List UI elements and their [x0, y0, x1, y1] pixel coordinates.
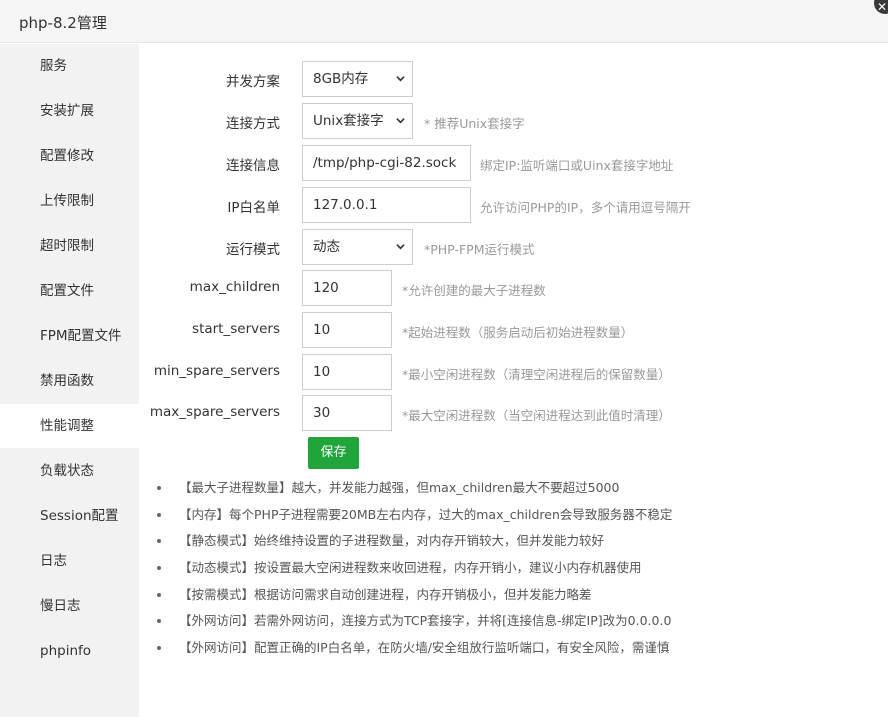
row-start-servers: start_servers 10 *起始进程数（服务启动后初始进程数量） [139, 312, 888, 348]
close-icon: ✕ [876, 0, 888, 14]
note-text: 【最大子进程数量】越大，并发能力越强，但max_children最大不要超过50… [179, 480, 620, 495]
connection-info-hint: 绑定IP:监听端口或Uinx套接字地址 [480, 158, 674, 173]
min-spare-servers-hint: *最小空闲进程数（清理空闲进程后的保留数量） [402, 367, 671, 382]
list-item: 【内存】每个PHP子进程需要20MB左右内存，过大的max_children会导… [157, 505, 672, 532]
row-run-mode: 运行模式 动态 *PHP-FPM运行模式 [139, 229, 888, 265]
sidebar-item-config-file[interactable]: 配置文件 [0, 269, 139, 313]
connection-method-select[interactable]: Unix套接字 [302, 103, 413, 139]
chevron-down-icon [396, 76, 405, 82]
sidebar-item-fpm-config[interactable]: FPM配置文件 [0, 314, 139, 358]
sidebar-item-performance-tuning[interactable]: 性能调整 [0, 404, 139, 448]
bullet-icon [157, 619, 161, 624]
bullet-icon [157, 646, 161, 651]
start-servers-label: start_servers [192, 321, 280, 337]
ip-whitelist-hint: 允许访问PHP的IP，多个请用逗号隔开 [480, 200, 691, 215]
run-mode-select[interactable]: 动态 [302, 229, 413, 265]
connection-method-label: 连接方式 [226, 116, 280, 132]
sidebar-item-config-edit[interactable]: 配置修改 [0, 134, 139, 178]
notes-list: 【最大子进程数量】越大，并发能力越强，但max_children最大不要超过50… [157, 478, 672, 665]
concurrency-value: 8GB内存 [313, 71, 369, 87]
sidebar-item-slow-log[interactable]: 慢日志 [0, 584, 139, 628]
list-item: 【静态模式】始终维持设置的子进程数量，对内存开销较大，但并发能力较好 [157, 531, 672, 558]
note-text: 【外网访问】配置正确的IP白名单，在防火墙/安全组放行监听端口，有安全风险，需谨… [179, 640, 670, 656]
row-min-spare-servers: min_spare_servers 10 *最小空闲进程数（清理空闲进程后的保留… [139, 354, 888, 390]
sidebar-item-phpinfo[interactable]: phpinfo [0, 629, 139, 673]
concurrency-select[interactable]: 8GB内存 [302, 61, 413, 97]
max-spare-servers-label: max_spare_servers [149, 404, 280, 420]
max-spare-servers-input[interactable]: 30 [302, 395, 392, 431]
connection-info-label: 连接信息 [226, 158, 280, 174]
list-item: 【外网访问】配置正确的IP白名单，在防火墙/安全组放行监听端口，有安全风险，需谨… [157, 638, 672, 665]
note-text: 【静态模式】始终维持设置的子进程数量，对内存开销较大，但并发能力较好 [179, 533, 605, 549]
row-connection-method: 连接方式 Unix套接字 * 推荐Unix套接字 [139, 103, 888, 139]
bullet-icon [157, 566, 161, 571]
note-text: 【按需模式】根据访问需求自动创建进程，内存开销极小，但并发能力略差 [179, 586, 592, 602]
list-item: 【动态模式】按设置最大空闲进程数来收回进程，内存开销小，建议小内存机器使用 [157, 558, 672, 585]
max-spare-servers-hint: *最大空闲进程数（当空闲进程达到此值时清理） [402, 408, 671, 423]
sidebar-item-logs[interactable]: 日志 [0, 539, 139, 583]
connection-info-input[interactable]: /tmp/php-cgi-82.sock [302, 145, 471, 181]
bullet-icon [157, 592, 161, 597]
list-item: 【外网访问】若需外网访问，连接方式为TCP套接字，并将[连接信息-绑定IP]改为… [157, 611, 672, 638]
connection-method-value: Unix套接字 [313, 113, 384, 129]
note-text: 【内存】每个PHP子进程需要20MB左右内存，过大的max_children会导… [179, 506, 673, 522]
sidebar-item-timeout-limit[interactable]: 超时限制 [0, 224, 139, 268]
note-text: 【外网访问】若需外网访问，连接方式为TCP套接字，并将[连接信息-绑定IP]改为… [179, 613, 672, 629]
close-button[interactable]: ✕ [874, 0, 888, 14]
connection-method-hint: * 推荐Unix套接字 [424, 116, 525, 131]
start-servers-hint: *起始进程数（服务启动后初始进程数量） [402, 325, 634, 340]
run-mode-label: 运行模式 [226, 242, 280, 258]
run-mode-hint: *PHP-FPM运行模式 [424, 242, 535, 257]
note-text: 【动态模式】按设置最大空闲进程数来收回进程，内存开销小，建议小内存机器使用 [179, 560, 642, 576]
sidebar: 服务 安装扩展 配置修改 上传限制 超时限制 配置文件 FPM配置文件 禁用函数… [0, 44, 139, 717]
bullet-icon [157, 486, 161, 490]
window-title: php-8.2管理 [19, 14, 107, 32]
min-spare-servers-input[interactable]: 10 [302, 354, 392, 390]
sidebar-item-service[interactable]: 服务 [0, 44, 139, 88]
bullet-icon [157, 512, 161, 517]
row-connection-info: 连接信息 /tmp/php-cgi-82.sock 绑定IP:监听端口或Uinx… [139, 145, 888, 181]
chevron-down-icon [396, 118, 405, 124]
sidebar-item-upload-limit[interactable]: 上传限制 [0, 179, 139, 223]
max-children-input[interactable]: 120 [302, 270, 392, 306]
sidebar-item-disabled-functions[interactable]: 禁用函数 [0, 359, 139, 403]
min-spare-servers-label: min_spare_servers [153, 363, 280, 379]
sidebar-item-install-extensions[interactable]: 安装扩展 [0, 89, 139, 133]
ip-whitelist-input[interactable]: 127.0.0.1 [302, 187, 471, 223]
ip-whitelist-label: IP白名单 [227, 200, 280, 216]
row-ip-whitelist: IP白名单 127.0.0.1 允许访问PHP的IP，多个请用逗号隔开 [139, 187, 888, 223]
list-item: 【最大子进程数量】越大，并发能力越强，但max_children最大不要超过50… [157, 478, 672, 505]
bullet-icon [157, 539, 161, 544]
list-item: 【按需模式】根据访问需求自动创建进程，内存开销极小，但并发能力略差 [157, 585, 672, 612]
max-children-hint: *允许创建的最大子进程数 [402, 283, 546, 298]
max-children-label: max_children [189, 279, 280, 295]
row-max-spare-servers: max_spare_servers 30 *最大空闲进程数（当空闲进程达到此值时… [139, 395, 888, 431]
chevron-down-icon [396, 244, 405, 250]
sidebar-item-load-status[interactable]: 负载状态 [0, 449, 139, 493]
row-max-children: max_children 120 *允许创建的最大子进程数 [139, 270, 888, 306]
title-bar: php-8.2管理 [0, 0, 888, 43]
row-concurrency: 并发方案 8GB内存 [139, 61, 888, 97]
concurrency-label: 并发方案 [226, 74, 280, 90]
sidebar-item-session-config[interactable]: Session配置 [0, 494, 139, 538]
run-mode-value: 动态 [313, 239, 340, 255]
start-servers-input[interactable]: 10 [302, 312, 392, 348]
save-button[interactable]: 保存 [308, 437, 359, 469]
